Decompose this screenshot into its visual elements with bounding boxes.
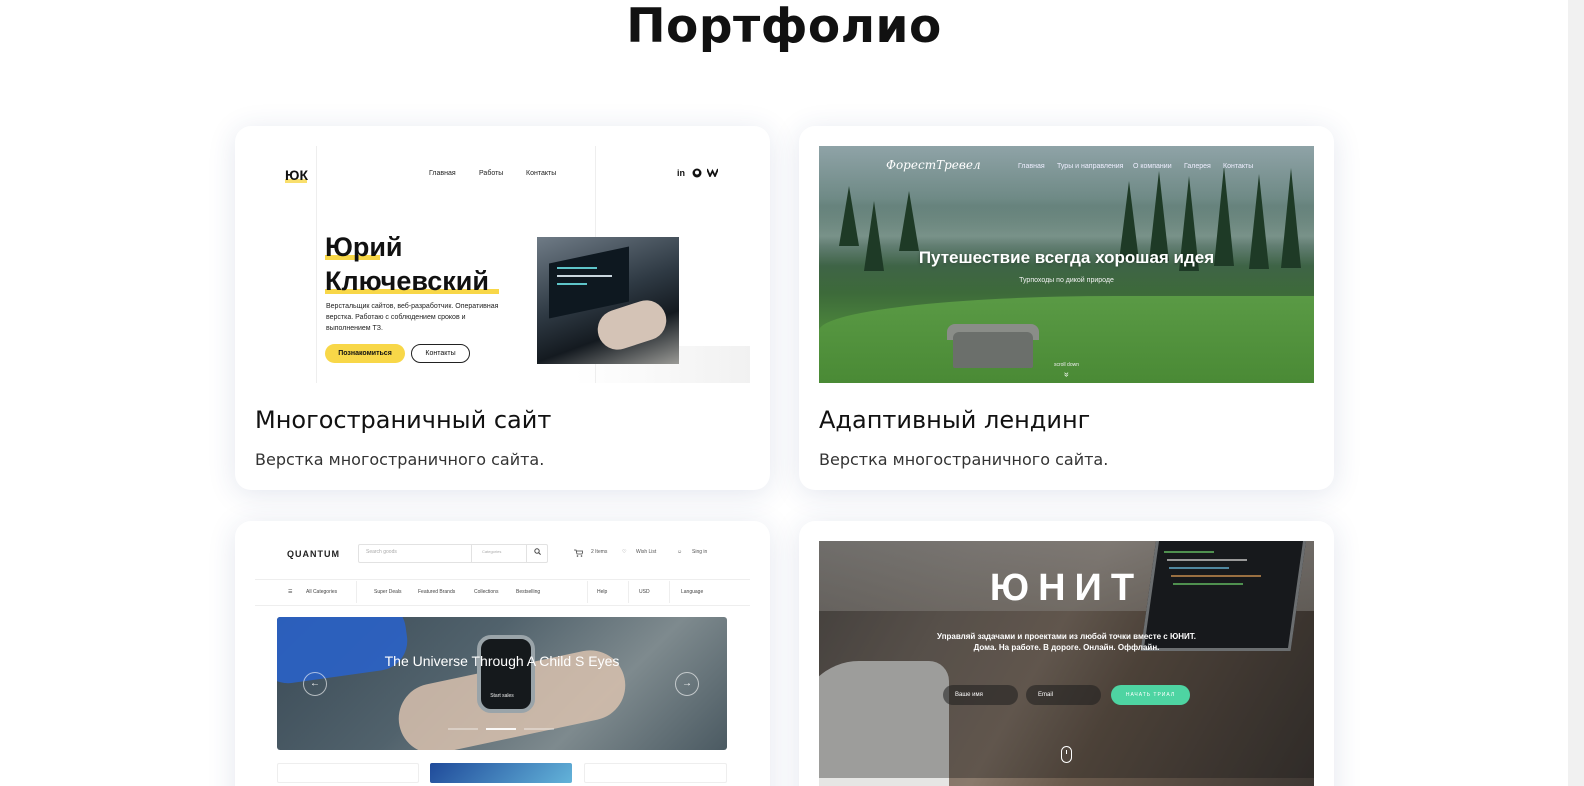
page-title: Портфолио xyxy=(626,0,942,54)
trial-button: НАЧАТЬ ТРИАЛ xyxy=(1111,685,1190,705)
category-link: All Categories xyxy=(306,589,338,595)
product-thumb xyxy=(430,763,572,783)
category-link: Collections xyxy=(474,589,499,595)
currency-select: USD xyxy=(639,589,650,595)
slider-dot-active xyxy=(486,728,516,730)
project-preview-image[interactable]: ЮК Главная Работы Контакты in Юрий Ключе… xyxy=(255,146,750,383)
user-icon: ☺ xyxy=(677,549,683,555)
hero-slider xyxy=(277,617,727,750)
project-preview-image[interactable]: QUANTUM Search goods Categories 2 Items … xyxy=(255,541,750,786)
slider-dot xyxy=(524,728,554,730)
preview-logo: ФорестТревел xyxy=(886,158,981,172)
menu-icon: ☰ xyxy=(288,589,293,595)
preview-nav-item: Главная xyxy=(429,170,456,177)
card-description: Верстка многостраничного сайта. xyxy=(819,450,1109,469)
hero-tagline: Управляй задачами и проектами из любой т… xyxy=(937,632,1196,652)
hero-text: Верстальщик сайтов, веб-разработчик. Опе… xyxy=(326,303,499,332)
portfolio-card[interactable]: ЮНИТ Управляй задачами и проектами из лю… xyxy=(799,521,1334,786)
slider-dot xyxy=(448,728,478,730)
preview-nav-item: Главная xyxy=(1018,163,1045,170)
portfolio-card[interactable]: ФорестТревел Главная Туры и направления … xyxy=(799,126,1334,490)
preview-logo: QUANTUM xyxy=(287,549,340,559)
preview-nav-item: Работы xyxy=(479,170,504,177)
laptop-photo xyxy=(537,237,679,364)
category-link: Featured Brands xyxy=(418,589,456,595)
preview-nav-item: Контакты xyxy=(1223,163,1254,170)
preview-nav-item: Галерея xyxy=(1184,163,1211,170)
product-thumb xyxy=(277,763,419,783)
meet-button: Познакомиться xyxy=(325,344,405,363)
cart-icon xyxy=(574,549,584,559)
signin-link: Sing in xyxy=(692,549,708,555)
card-title: Многостраничный сайт xyxy=(255,406,552,434)
arrow-right-icon: → xyxy=(675,672,699,696)
preview-logo: ЮК xyxy=(285,167,308,183)
portfolio-card[interactable]: ЮК Главная Работы Контакты in Юрий Ключе… xyxy=(235,126,770,490)
slider-title: The Universe Through A Child S Eyes xyxy=(384,653,620,669)
product-thumb xyxy=(584,763,727,783)
project-preview-image[interactable]: ЮНИТ Управляй задачами и проектами из лю… xyxy=(819,541,1314,786)
heart-icon: ♡ xyxy=(622,549,627,555)
preview-nav-item: Контакты xyxy=(526,170,557,177)
language-select: Language xyxy=(681,589,704,595)
search-icon xyxy=(534,548,541,557)
portfolio-card[interactable]: QUANTUM Search goods Categories 2 Items … xyxy=(235,521,770,786)
wishlist-link: Wish List xyxy=(636,549,657,555)
search-placeholder: Search goods xyxy=(366,549,397,555)
chevron-down-icon: » xyxy=(1062,371,1072,377)
category-link: Super Deals xyxy=(374,589,402,595)
vk-icon xyxy=(706,168,719,179)
mouse-scroll-icon xyxy=(1061,746,1072,763)
github-icon xyxy=(692,168,702,180)
brand-logo: ЮНИТ xyxy=(989,567,1144,609)
linkedin-icon: in xyxy=(677,168,685,178)
scrollbar-track[interactable] xyxy=(1568,0,1584,786)
name-field: Ваше имя xyxy=(943,685,1018,705)
cart-count: 2 Items xyxy=(591,549,608,555)
search-category: Categories xyxy=(482,549,502,554)
card-title: Адаптивный лендинг xyxy=(819,406,1091,434)
email-field: Email xyxy=(1026,685,1101,705)
preview-nav-item: О компании xyxy=(1133,163,1172,170)
slider-subtitle: Start sales xyxy=(490,693,514,699)
arrow-left-icon: ← xyxy=(303,672,327,696)
category-link: Bestselling xyxy=(516,589,541,595)
project-preview-image[interactable]: ФорестТревел Главная Туры и направления … xyxy=(819,146,1314,383)
card-description: Верстка многостраничного сайта. xyxy=(255,450,545,469)
contacts-button: Контакты xyxy=(411,344,470,363)
hero-name: Юрий Ключевский xyxy=(325,232,490,296)
help-select: Help xyxy=(597,589,608,595)
